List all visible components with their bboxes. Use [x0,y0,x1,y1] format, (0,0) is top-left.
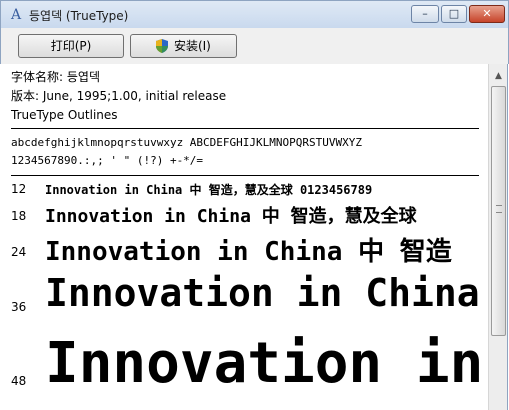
sample-row-36: 36 Innovation in China [1,271,488,327]
font-info: 字体名称: 등엽덱 版本: June, 1995;1.00, initial r… [11,68,226,125]
sample-row-12: 12 Innovation in China 中 智造，慧及全球 0123456… [1,180,488,200]
sample-text: Innovation in China 中 智造，慧及全球 [45,206,417,227]
charset-symbols: 1234567890.:,; ' " (!?) +-*/= [11,154,204,167]
size-label: 36 [11,300,27,314]
maximize-button[interactable]: □ [441,5,467,23]
size-label: 24 [11,245,27,259]
toolbar: 打印(P) 安装(I) [0,28,509,64]
font-app-icon: A [10,7,22,23]
size-label: 48 [11,374,27,388]
window-title: 등엽덱 (TrueType) [29,9,129,23]
font-type: TrueType Outlines [11,108,118,122]
print-button[interactable]: 打印(P) [18,34,124,58]
scroll-up-arrow-icon[interactable]: ▲ [491,68,506,84]
font-name: 字体名称: 등엽덱 [11,70,100,84]
divider [11,128,479,129]
font-preview-pane[interactable]: 字体名称: 등엽덱 版本: June, 1995;1.00, initial r… [1,64,488,410]
sample-text: Innovation in [45,331,484,396]
print-button-label: 打印(P) [50,39,92,53]
vertical-scrollbar[interactable]: ▲ [488,64,508,410]
shield-icon [156,39,169,53]
sample-text: Innovation in China 中 智造，慧及全球 0123456789 [45,183,373,197]
sample-text: Innovation in China [45,271,480,315]
scrollbar-thumb[interactable] [491,86,506,336]
minimize-button[interactable]: – [411,5,439,23]
grip-icon [496,205,502,213]
install-button-label: 安装(I) [173,39,211,53]
charset-letters: abcdefghijklmnopqrstuvwxyz ABCDEFGHIJKLM… [11,136,362,149]
font-version: 版本: June, 1995;1.00, initial release [11,89,227,103]
title-bar[interactable]: A 등엽덱 (TrueType) – □ ✕ [0,0,509,28]
sample-text: Innovation in China 中 智造 [45,237,452,267]
size-label: 18 [11,209,27,223]
install-button[interactable]: 安装(I) [130,34,237,58]
close-button[interactable]: ✕ [469,5,505,23]
sample-row-48: 48 Innovation in [1,329,488,410]
divider [11,175,479,176]
sample-row-24: 24 Innovation in China 中 智造 [1,231,488,267]
size-label: 12 [11,182,27,196]
sample-row-18: 18 Innovation in China 中 智造，慧及全球 [1,202,488,228]
